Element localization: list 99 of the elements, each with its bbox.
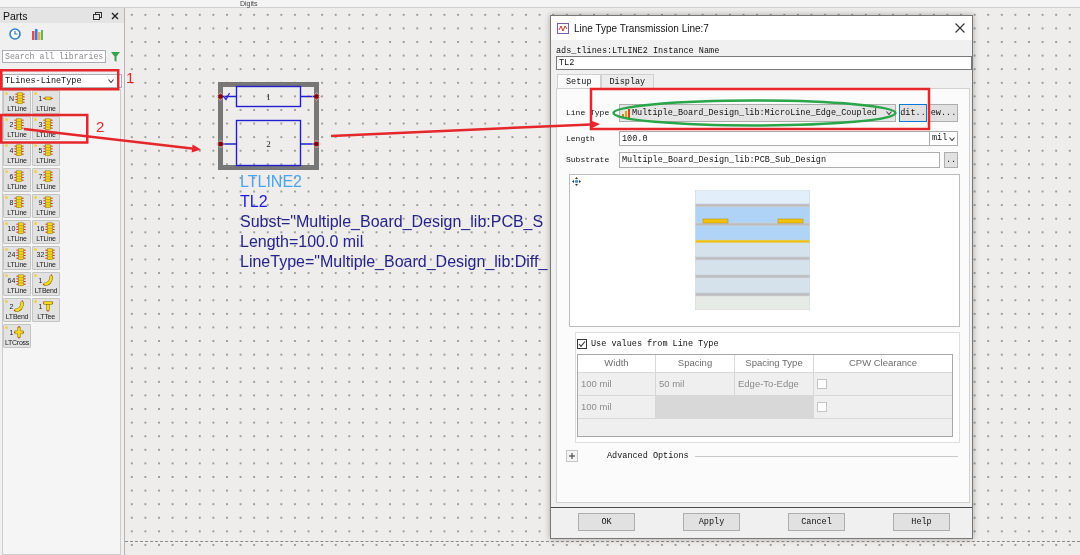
coupled-lines-icon: [14, 144, 25, 157]
dot-icon: [5, 144, 8, 147]
table-cell: Edge-To-Edge: [735, 373, 814, 395]
dot-icon: [34, 170, 37, 173]
field-label: Length: [566, 133, 596, 144]
pin-icon[interactable]: [216, 92, 225, 101]
element-number: 2: [266, 139, 271, 149]
dot-icon: [5, 222, 8, 225]
browse-button[interactable]: ..: [944, 152, 958, 168]
coupled-lines-icon: [43, 144, 54, 157]
checkbox-label: Use values from Line Type: [591, 338, 719, 349]
library-dropdown[interactable]: TLines-LineType: [2, 74, 122, 88]
trace: [702, 218, 729, 224]
dot-icon: [5, 300, 8, 303]
coupled-lines-icon: [14, 118, 25, 131]
dot-icon: [34, 92, 37, 95]
substrate-field[interactable]: Multiple_Board_Design_lib:PCB_Sub_Design: [619, 152, 940, 168]
pin-icon[interactable]: [312, 92, 321, 101]
dialog-title: Line Type Transmission Line:7: [574, 21, 710, 36]
caret-icon: [949, 136, 955, 141]
coupled-lines-icon: [43, 170, 54, 183]
element-number: 1: [266, 92, 271, 102]
caret-icon: [886, 111, 892, 115]
tee-icon: [43, 300, 54, 313]
dot-icon: [34, 300, 37, 303]
dot-icon: [5, 274, 8, 277]
app-icon: [557, 22, 569, 34]
apply-button[interactable]: Apply: [683, 513, 740, 531]
clock-icon[interactable]: [9, 28, 21, 40]
tab[interactable]: Setup: [557, 74, 601, 88]
column-header: Spacing: [656, 355, 735, 372]
panel-title: Parts: [3, 9, 29, 22]
parameter-text: Subst="Multiple_Board_Design_lib:PCB_S: [240, 212, 545, 232]
unit-dropdown[interactable]: mil: [930, 131, 958, 146]
pin-icon[interactable]: [216, 139, 225, 149]
help-button[interactable]: Help: [893, 513, 950, 531]
callout-number: 2: [96, 118, 105, 135]
expand-button[interactable]: [566, 450, 578, 462]
dot-icon: [5, 326, 8, 329]
parameter-text: LineType="Multiple_Board_Design_lib:Diff_: [240, 252, 548, 272]
close-icon[interactable]: [111, 11, 119, 20]
close-icon[interactable]: [955, 23, 965, 33]
instance-name-field[interactable]: TL2: [556, 56, 972, 70]
dot-icon: [5, 170, 8, 173]
coupled-lines-icon: [14, 196, 25, 209]
column-header: CPW Clearance: [847, 356, 919, 371]
filter-icon[interactable]: [111, 51, 120, 62]
dot-icon: [34, 118, 37, 121]
column-header: Width: [578, 355, 656, 372]
ok-button[interactable]: OK: [578, 513, 635, 531]
coupled-lines-icon: [43, 118, 54, 131]
table-cell: 50 mil: [656, 373, 735, 395]
bar-chart-icon: [622, 108, 630, 118]
coupled-lines-icon: [14, 170, 25, 183]
checkbox[interactable]: [577, 338, 587, 349]
move-icon[interactable]: [572, 177, 581, 186]
coupled-lines-icon: [15, 92, 26, 105]
table-cell: 100 mil: [578, 373, 656, 395]
section-label: Advanced Options: [607, 449, 689, 463]
length-field[interactable]: 100.0: [619, 131, 930, 146]
tab[interactable]: Display: [600, 74, 655, 88]
bend-icon: [14, 300, 25, 313]
coupled-lines-icon: [16, 222, 27, 235]
field-label: ads_tlines:LTLINE2 Instance Name: [556, 46, 721, 56]
cancel-button[interactable]: Cancel: [788, 513, 845, 531]
coupled-lines-icon: [43, 196, 54, 209]
coupled-lines-icon: [45, 248, 56, 261]
dot-icon: [34, 222, 37, 225]
symbol-frame[interactable]: [218, 82, 319, 170]
cross-icon: [14, 326, 25, 339]
line-type-dropdown[interactable]: Multiple_Board_Design_lib:MicroLine_Edge_Coupled: [619, 104, 896, 122]
caret-icon: [108, 79, 114, 83]
column-header: Spacing Type: [735, 355, 814, 372]
view-button[interactable]: ew...: [929, 104, 958, 122]
callout-number: 1: [126, 69, 135, 86]
dot-icon: [5, 248, 8, 251]
pin-icon[interactable]: [312, 139, 321, 149]
coupled-lines-icon: [16, 248, 27, 261]
search-field[interactable]: Search all libraries: [2, 50, 106, 63]
bend-icon: [43, 274, 54, 287]
dot-icon: [5, 118, 8, 121]
dot-icon: [5, 196, 8, 199]
trace: [777, 218, 804, 224]
dot-icon: [34, 274, 37, 277]
dot-icon: [5, 92, 8, 95]
tick-icon: [223, 92, 231, 101]
dot-icon: [34, 248, 37, 251]
dot-icon: [34, 196, 37, 199]
coupled-lines-icon: [45, 222, 56, 235]
field-label: Line Type: [566, 108, 611, 118]
restore-icon[interactable]: [93, 11, 102, 20]
dot-icon: [34, 144, 37, 147]
component-name: LTLINE2: [240, 172, 303, 192]
instance-name: TL2: [240, 192, 269, 212]
field-label: Substrate: [566, 155, 611, 165]
books-icon[interactable]: [32, 28, 43, 40]
parameter-text: Length=100.0 mil: [240, 232, 365, 252]
coupled-lines-icon: [16, 274, 27, 287]
edit-button[interactable]: dit..: [899, 104, 927, 122]
